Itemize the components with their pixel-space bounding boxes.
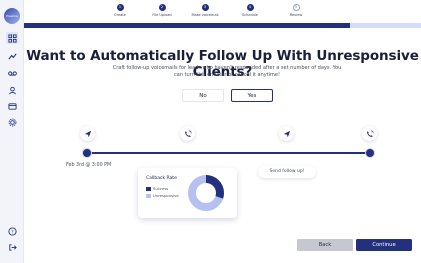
back-button[interactable]: Back [297, 239, 353, 251]
callback-rate-card: Callback Rate Success Unresponsive [138, 168, 237, 218]
step-number: 5 [292, 4, 300, 11]
send-icon [80, 126, 95, 141]
legend-swatch [146, 193, 151, 198]
step-number: 4 [246, 4, 254, 11]
step-make-voicemail[interactable]: 3 Make voicemail [185, 4, 225, 17]
step-label: Create [114, 13, 126, 17]
step-create[interactable]: 1 Create [100, 4, 140, 17]
step-number: 3 [201, 4, 209, 11]
logout-icon[interactable] [6, 241, 18, 253]
step-number: 1 [116, 4, 124, 11]
sidebar: Pipeline ? [0, 0, 24, 263]
continue-button[interactable]: Continue [356, 239, 412, 251]
step-schedule[interactable]: 4 Schedule [230, 4, 270, 17]
phone-callback-icon [362, 126, 377, 141]
step-review[interactable]: 5 Review [276, 4, 316, 17]
step-label: Make voicemail [191, 13, 219, 17]
activity-icon[interactable] [6, 50, 18, 62]
timeline-line [86, 152, 371, 154]
callback-donut-chart [188, 175, 224, 211]
stepper: 1 Create 2 File Upload 3 Make voicemail … [80, 4, 340, 22]
step-file-upload[interactable]: 2 File Upload [142, 4, 182, 17]
logo-text: Pipeline [6, 14, 18, 18]
no-button[interactable]: No [182, 89, 224, 102]
step-number: 2 [158, 4, 166, 11]
step-label: File Upload [152, 13, 172, 17]
send-follow-up-pill[interactable]: Send follow up! [258, 166, 316, 178]
step-label: Schedule [241, 13, 259, 17]
help-icon[interactable]: ? [6, 225, 18, 237]
step-label: Review [289, 13, 303, 17]
billing-icon[interactable] [6, 100, 18, 112]
timeline-start-node[interactable] [82, 148, 92, 158]
timeline-end-node[interactable] [365, 148, 375, 158]
grid-icon[interactable] [6, 32, 18, 44]
progress-bar [24, 23, 421, 28]
yes-button[interactable]: Yes [231, 89, 273, 102]
contacts-icon[interactable] [6, 84, 18, 96]
progress-fill [24, 23, 350, 28]
legend-swatch [146, 186, 151, 191]
app-logo[interactable]: Pipeline [4, 8, 20, 24]
legend-success: Success [146, 186, 168, 191]
legend-unresponsive: Unresponsive [146, 193, 179, 198]
legend-label: Success [153, 186, 169, 191]
legend-label: Unresponsive [153, 193, 179, 198]
settings-icon[interactable] [6, 116, 18, 128]
timeline-date: Feb 3rd @ 3:00 PM [66, 163, 112, 168]
send-icon [279, 126, 294, 141]
voicemail-icon[interactable] [6, 67, 18, 79]
phone-callback-icon [180, 126, 195, 141]
page-subtitle: Craft follow-up voicemails for leads who… [112, 65, 342, 78]
card-title: Callback Rate [146, 176, 177, 181]
